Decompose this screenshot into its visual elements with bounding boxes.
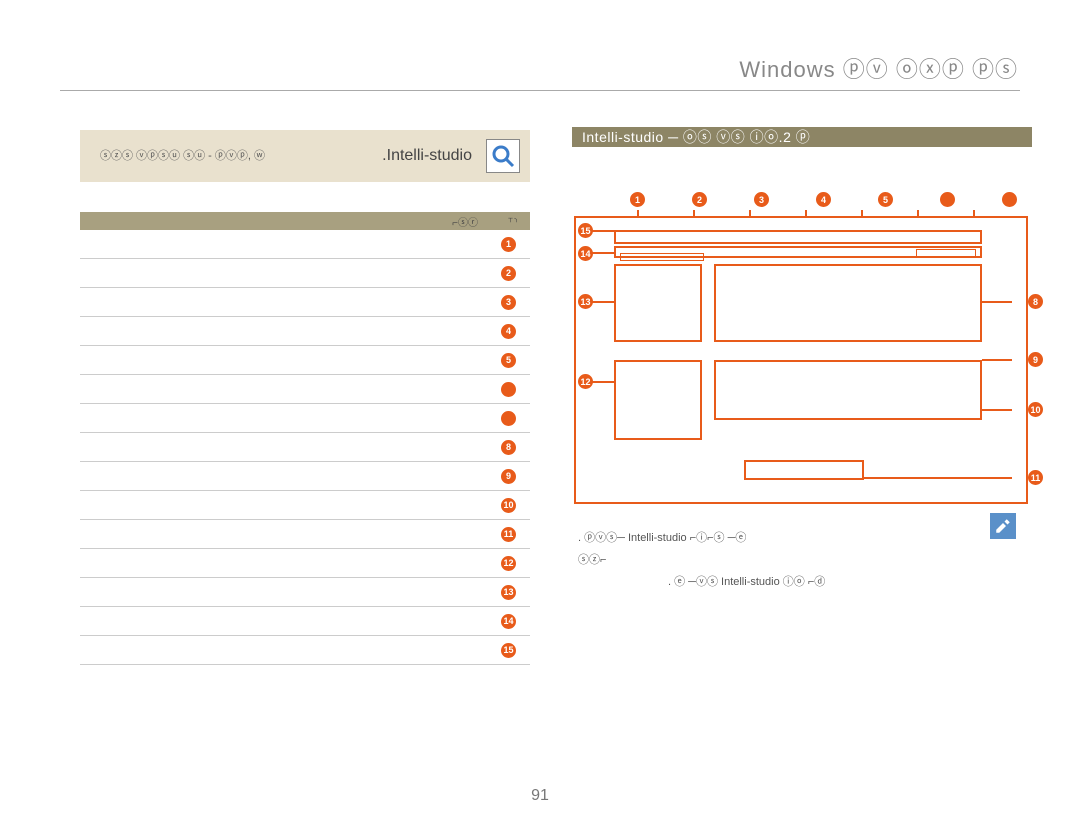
region-9 xyxy=(714,360,982,420)
section-title: Intelli-studio ─ ⓞⓢ ⓥⓢ ⓘⓞ.2 ⓟ xyxy=(582,127,810,147)
marker-7 xyxy=(1002,192,1017,207)
note-icon xyxy=(990,513,1016,539)
note-line-3: . ⓔ ─ⓥⓢ Intelli-studio ⓘⓞ ⌐ⓓ xyxy=(578,571,825,593)
search-icon[interactable] xyxy=(486,139,520,173)
marker-6 xyxy=(940,192,955,207)
region-14 xyxy=(614,246,982,258)
badge-5: 5 xyxy=(501,353,516,368)
badge-15: 15 xyxy=(501,643,516,658)
badge-3: 3 xyxy=(501,295,516,310)
table-row: 3 xyxy=(80,288,530,317)
table-row: 2 xyxy=(80,259,530,288)
badge-8: 8 xyxy=(501,440,516,455)
table-row: 12 xyxy=(80,549,530,578)
table-row xyxy=(80,375,530,404)
marker-14: 14 xyxy=(578,246,593,261)
page-title: Windows ⓟⓥ ⓞⓧⓟ ⓟⓢ xyxy=(739,57,1018,82)
badge-11: 11 xyxy=(501,527,516,542)
top-markers: 1 2 3 4 5 xyxy=(630,192,1017,207)
marker-1: 1 xyxy=(630,192,645,207)
table-row: 1 xyxy=(80,230,530,259)
section-title-bar: Intelli-studio ─ ⓞⓢ ⓥⓢ ⓘⓞ.2 ⓟ xyxy=(572,127,1032,147)
table-body: 1 2 3 4 5 8 9 10 11 12 13 14 15 xyxy=(80,230,530,665)
table-row: 4 xyxy=(80,317,530,346)
table-row xyxy=(80,404,530,433)
th-col1: ⌐ⓢⓡ xyxy=(452,214,478,229)
badge-7 xyxy=(501,411,516,426)
badge-10: 10 xyxy=(501,498,516,513)
table-row: 14 xyxy=(80,607,530,636)
marker-15: 15 xyxy=(578,223,593,238)
marker-13: 13 xyxy=(578,294,593,309)
marker-12: 12 xyxy=(578,374,593,389)
region-11 xyxy=(744,460,864,480)
marker-2: 2 xyxy=(692,192,707,207)
table-row: 15 xyxy=(80,636,530,665)
note-line-1: . ⓟⓥⓢ─ Intelli-studio ⌐ⓘ⌐ⓢ ─ⓔ xyxy=(578,527,825,549)
left-column: ⓢⓩⓢ ⓥⓟⓢⓤ ⓢⓤ - ⓟⓥⓟ, ⓦ .Intelli-studio ⌐ⓢⓡ… xyxy=(80,130,530,665)
page-number: 91 xyxy=(531,787,549,805)
badge-1: 1 xyxy=(501,237,516,252)
marker-8: 8 xyxy=(1028,294,1043,309)
marker-11: 11 xyxy=(1028,470,1043,485)
marker-3: 3 xyxy=(754,192,769,207)
marker-10: 10 xyxy=(1028,402,1043,417)
note-text: . ⓟⓥⓢ─ Intelli-studio ⌐ⓘ⌐ⓢ ─ⓔ ⓢⓩ⌐ . ⓔ ─ⓥ… xyxy=(578,527,825,593)
badge-13: 13 xyxy=(501,585,516,600)
table-row: 5 xyxy=(80,346,530,375)
region-13 xyxy=(614,264,702,342)
header-divider xyxy=(60,90,1020,91)
marker-4: 4 xyxy=(816,192,831,207)
note-line-2: ⓢⓩ⌐ xyxy=(578,549,825,571)
table-row: 8 xyxy=(80,433,530,462)
badge-9: 9 xyxy=(501,469,516,484)
region-8 xyxy=(714,264,982,342)
badge-14: 14 xyxy=(501,614,516,629)
page-header: Windows ⓟⓥ ⓞⓧⓟ ⓟⓢ xyxy=(739,52,1018,84)
search-banner: ⓢⓩⓢ ⓥⓟⓢⓤ ⓢⓤ - ⓟⓥⓟ, ⓦ .Intelli-studio xyxy=(80,130,530,182)
table-row: 9 xyxy=(80,462,530,491)
region-12 xyxy=(614,360,702,440)
ui-diagram: 1 2 3 4 5 15 14 13 12 xyxy=(574,192,1028,502)
marker-9: 9 xyxy=(1028,352,1043,367)
table-row: 13 xyxy=(80,578,530,607)
table-row: 11 xyxy=(80,520,530,549)
table-header: ⌐ⓢⓡ ⸆⸃ xyxy=(80,212,530,230)
badge-12: 12 xyxy=(501,556,516,571)
badge-4: 4 xyxy=(501,324,516,339)
right-column: Intelli-studio ─ ⓞⓢ ⓥⓢ ⓘⓞ.2 ⓟ 1 2 3 4 5 xyxy=(572,127,1032,147)
banner-small-text: ⓢⓩⓢ ⓥⓟⓢⓤ ⓢⓤ - ⓟⓥⓟ, ⓦ xyxy=(90,149,374,163)
th-col2: ⸆⸃ xyxy=(508,214,518,228)
banner-label: .Intelli-studio xyxy=(382,147,472,165)
badge-6 xyxy=(501,382,516,397)
marker-5: 5 xyxy=(878,192,893,207)
badge-2: 2 xyxy=(501,266,516,281)
table-row: 10 xyxy=(80,491,530,520)
